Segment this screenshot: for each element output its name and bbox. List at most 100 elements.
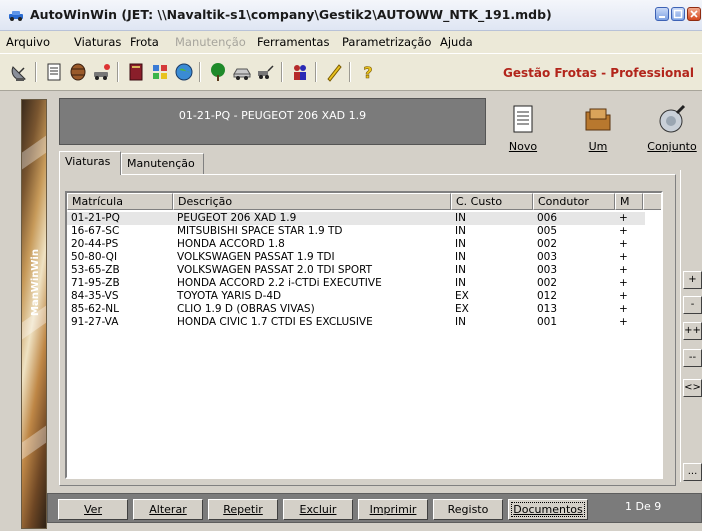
cell-centro-custo: IN xyxy=(455,277,466,289)
minimize-button[interactable] xyxy=(655,7,669,21)
ver-label: Ver xyxy=(84,503,102,516)
menu-arquivo[interactable]: Arquivo xyxy=(6,35,50,49)
tab-manutencao[interactable]: Manutenção xyxy=(121,153,204,174)
table-row[interactable]: 85-62-NL CLIO 1.9 D (OBRAS VIVAS) EX 013 + xyxy=(67,303,645,316)
cell-m: + xyxy=(619,290,628,302)
column-header-m[interactable]: M xyxy=(615,193,643,210)
manwinwin-label: ManWinWin xyxy=(30,249,41,316)
documentos-button[interactable]: Documentos xyxy=(508,499,588,520)
table-row[interactable]: 71-95-ZB HONDA ACCORD 2.2 i-CTDi EXECUTIV… xyxy=(67,277,645,290)
side-banner-image: ManWinWin xyxy=(21,99,47,529)
cell-descricao: VOLKSWAGEN PASSAT 2.0 TDI SPORT xyxy=(177,264,373,276)
menu-bar: Arquivo Viaturas Frota Manutenção Ferram… xyxy=(0,31,702,54)
cell-centro-custo: EX xyxy=(455,303,469,315)
cell-descricao: CLIO 1.9 D (OBRAS VIVAS) xyxy=(177,303,315,315)
table-row[interactable]: 84-35-VS TOYOTA YARIS D-4D EX 012 + xyxy=(67,290,645,303)
tab-viaturas[interactable]: Viaturas xyxy=(59,151,121,175)
repetir-label: Repetir xyxy=(223,503,263,516)
tools-icon[interactable] xyxy=(150,62,170,82)
cell-centro-custo: IN xyxy=(455,264,466,276)
cell-m: + xyxy=(619,303,628,315)
add-record-button[interactable]: + xyxy=(683,271,702,289)
repetir-button[interactable]: Repetir xyxy=(208,499,278,520)
book-icon[interactable] xyxy=(126,62,146,82)
column-header-descricao[interactable]: Descrição xyxy=(173,193,451,210)
satellite-dish-icon[interactable] xyxy=(10,62,30,82)
swap-button[interactable]: <> xyxy=(683,379,702,397)
help-icon[interactable]: ? xyxy=(358,62,378,82)
toolbar-separator xyxy=(199,62,201,82)
cell-matricula: 53-65-ZB xyxy=(71,264,120,276)
table-row[interactable]: 50-80-QI VOLKSWAGEN PASSAT 1.9 TDI IN 003 + xyxy=(67,251,645,264)
menu-frota[interactable]: Frota xyxy=(130,35,159,49)
more-options-button[interactable]: ... xyxy=(683,463,702,481)
table-row[interactable]: 01-21-PQ PEUGEOT 206 XAD 1.9 IN 006 + xyxy=(67,212,645,225)
imprimir-button[interactable]: Imprimir xyxy=(358,499,428,520)
minimize-icon xyxy=(659,16,665,18)
cell-centro-custo: EX xyxy=(455,290,469,302)
tow-truck-icon[interactable] xyxy=(256,62,276,82)
cell-descricao: MITSUBISHI SPACE STAR 1.9 TD xyxy=(177,225,343,237)
registo-button[interactable]: Registo xyxy=(433,499,503,520)
toolbar: ? Gestão Frotas - Professional xyxy=(0,54,702,91)
toolbar-separator xyxy=(315,62,317,82)
car-icon[interactable] xyxy=(232,62,252,82)
maximize-button[interactable] xyxy=(671,7,685,21)
car-wash-icon[interactable] xyxy=(92,62,112,82)
remove-all-button[interactable]: -- xyxy=(683,349,702,367)
cell-condutor: 001 xyxy=(537,316,558,328)
column-header-condutor[interactable]: Condutor xyxy=(533,193,615,210)
manwinwin-logo: ManWinWin xyxy=(30,249,41,316)
cell-descricao: VOLKSWAGEN PASSAT 1.9 TDI xyxy=(177,251,335,263)
close-button[interactable] xyxy=(687,7,701,21)
cell-matricula: 01-21-PQ xyxy=(71,212,120,224)
column-header-centro-custo[interactable]: C. Custo xyxy=(451,193,533,210)
ver-button[interactable]: Ver xyxy=(58,499,128,520)
um-button[interactable]: Um xyxy=(569,100,627,158)
svg-text:?: ? xyxy=(363,63,372,82)
cell-condutor: 006 xyxy=(537,212,558,224)
pencil-icon[interactable] xyxy=(324,62,344,82)
record-pager: 1 De 9 xyxy=(625,500,662,513)
alterar-button[interactable]: Alterar xyxy=(133,499,203,520)
globe-icon[interactable] xyxy=(174,62,194,82)
documentos-label: Documentos xyxy=(513,503,583,516)
cell-centro-custo: IN xyxy=(455,212,466,224)
window-title: AutoWinWin (JET: \\Navaltik-s1\company\G… xyxy=(30,7,552,22)
table-row[interactable]: 91-27-VA HONDA CIVIC 1.7 CTDI ES EXCLUSIV… xyxy=(67,316,645,329)
cell-descricao: HONDA CIVIC 1.7 CTDI ES EXCLUSIVE xyxy=(177,316,373,328)
tree-icon[interactable] xyxy=(208,62,228,82)
novo-label: Novo xyxy=(508,140,538,153)
menu-manutencao[interactable]: Manutenção xyxy=(175,35,246,49)
tab-viaturas-label: Viaturas xyxy=(65,155,111,168)
novo-button[interactable]: Novo xyxy=(494,100,552,158)
menu-ferramentas[interactable]: Ferramentas xyxy=(257,35,329,49)
barrel-icon[interactable] xyxy=(68,62,88,82)
add-all-button[interactable]: ++ xyxy=(683,322,702,340)
cell-m: + xyxy=(619,277,628,289)
document-list-icon[interactable] xyxy=(44,62,64,82)
toolbar-separator xyxy=(281,62,283,82)
table-row[interactable]: 16-67-SC MITSUBISHI SPACE STAR 1.9 TD IN 00… xyxy=(67,225,645,238)
table-row[interactable]: 53-65-ZB VOLKSWAGEN PASSAT 2.0 TDI SPORT I… xyxy=(67,264,645,277)
vehicles-table[interactable]: Matrícula Descrição C. Custo Condutor M … xyxy=(65,191,663,479)
um-label: Um xyxy=(588,140,608,153)
menu-parametrizacao[interactable]: Parametrização xyxy=(342,35,431,49)
app-car-icon xyxy=(9,11,23,21)
excluir-button[interactable]: Excluir xyxy=(283,499,353,520)
record-banner: 01-21-PQ - PEUGEOT 206 XAD 1.9 xyxy=(59,98,486,145)
table-row[interactable]: 20-44-PS HONDA ACCORD 1.8 IN 002 + xyxy=(67,238,645,251)
tab-manutencao-label: Manutenção xyxy=(127,157,195,170)
remove-record-button[interactable]: - xyxy=(683,296,702,314)
menu-ajuda[interactable]: Ajuda xyxy=(440,35,473,49)
people-icon[interactable] xyxy=(290,62,310,82)
cell-matricula: 84-35-VS xyxy=(71,290,119,302)
cell-descricao: HONDA ACCORD 1.8 xyxy=(177,238,285,250)
cell-matricula: 85-62-NL xyxy=(71,303,120,315)
cell-condutor: 013 xyxy=(537,303,558,315)
menu-viaturas[interactable]: Viaturas xyxy=(74,35,121,49)
conjunto-button[interactable]: Conjunto xyxy=(643,100,701,158)
column-header-matricula[interactable]: Matrícula xyxy=(67,193,173,210)
cell-matricula: 91-27-VA xyxy=(71,316,119,328)
cell-condutor: 003 xyxy=(537,264,558,276)
